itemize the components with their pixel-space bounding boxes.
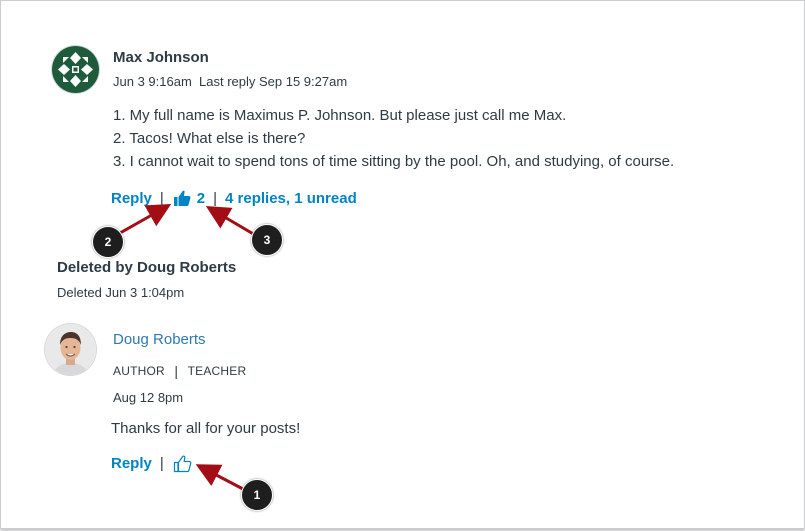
doug-roberts-avatar[interactable] xyxy=(45,324,96,375)
callout-arrow-3 xyxy=(205,205,256,237)
max-johnson-avatar[interactable] xyxy=(52,46,99,93)
reply-reply-link[interactable]: Reply xyxy=(111,455,152,472)
teacher-role-badge: TEACHER xyxy=(187,364,247,378)
deleted-entry-title: Deleted by Doug Roberts xyxy=(57,259,237,276)
reply-date: Aug 12 8pm xyxy=(113,390,184,405)
entry-last-reply: Last reply Sep 15 9:27am xyxy=(199,74,348,89)
entry-post-date: Jun 3 9:16am Last reply Sep 15 9:27am xyxy=(113,74,347,89)
entry-author-name[interactable]: Max Johnson xyxy=(113,49,209,66)
callout-badge-2: 2 xyxy=(92,226,124,258)
deleted-entry-date: Deleted Jun 3 1:04pm xyxy=(57,285,185,300)
discussion-panel: Max Johnson Jun 3 9:16am Last reply Sep … xyxy=(0,0,805,529)
author-role-badge: AUTHOR xyxy=(113,364,165,378)
entry-actions: Reply | 2 | 4 replies, 1 unread xyxy=(111,187,357,209)
entry-reply-link[interactable]: Reply xyxy=(111,190,152,207)
reply-actions: Reply | xyxy=(111,452,192,474)
reply-author-name[interactable]: Doug Roberts xyxy=(113,331,206,348)
reply-message: Thanks for all for your posts! xyxy=(111,420,301,437)
separator: | xyxy=(159,454,164,472)
replies-count-link[interactable]: 4 replies, 1 unread xyxy=(225,190,357,207)
reply-author-roles: AUTHOR | TEACHER xyxy=(113,362,247,379)
callout-arrow-1 xyxy=(195,464,244,491)
like-count[interactable]: 2 xyxy=(197,190,205,207)
entry-line: 2. Tacos! What else is there? xyxy=(113,130,306,147)
callout-badge-1: 1 xyxy=(241,479,273,511)
entry-line: 1. My full name is Maximus P. Johnson. B… xyxy=(113,107,567,124)
separator: | xyxy=(213,189,218,207)
entry-message: 1. My full name is Maximus P. Johnson. B… xyxy=(113,104,674,173)
callout-badge-3: 3 xyxy=(251,224,283,256)
separator: | xyxy=(174,363,179,379)
callout-arrow-2 xyxy=(119,204,172,235)
entry-posted-date: Jun 3 9:16am xyxy=(113,74,192,89)
entry-line: 3. I cannot wait to spend tons of time s… xyxy=(113,153,675,170)
thumbs-up-filled-icon[interactable] xyxy=(173,189,191,207)
thumbs-up-outline-icon[interactable] xyxy=(173,454,192,473)
separator: | xyxy=(159,189,164,207)
